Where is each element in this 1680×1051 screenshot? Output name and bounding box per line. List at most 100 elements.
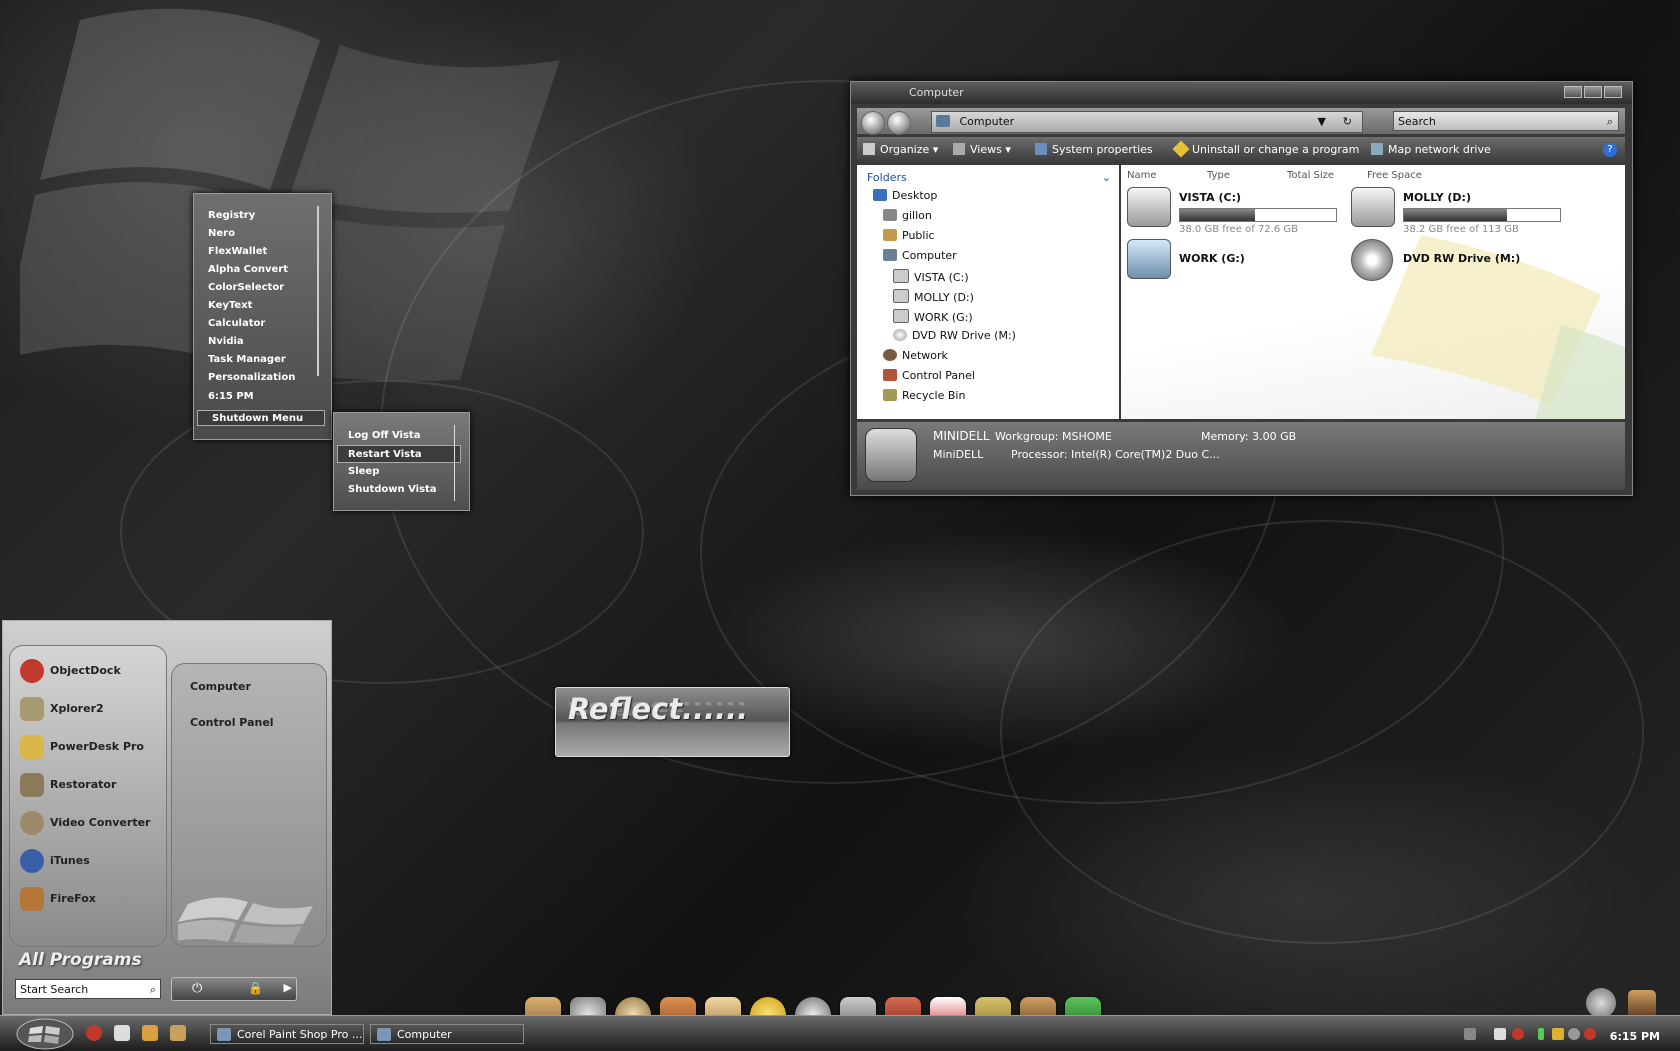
dropdown-icon[interactable]: ▼ — [1318, 112, 1326, 132]
uninstall-button[interactable]: Uninstall or change a program — [1172, 140, 1359, 158]
tree-molly[interactable]: MOLLY (D:) — [893, 289, 974, 304]
log-off-item[interactable]: Log Off Vista — [334, 427, 464, 445]
power-icon[interactable]: ⏻ — [192, 981, 202, 996]
pinned-powerdesk[interactable]: PowerDesk Pro — [20, 732, 144, 762]
place-control-panel[interactable]: Control Panel — [190, 716, 274, 729]
views-button[interactable]: Views ▾ — [953, 143, 1011, 156]
dock-right-magnifier-icon[interactable] — [1586, 988, 1616, 1018]
launcher-item-keytext[interactable]: KeyText — [194, 297, 319, 315]
column-type[interactable]: Type — [1207, 170, 1230, 181]
tree-dvd[interactable]: DVD RW Drive (M:) — [893, 329, 1016, 342]
computer-icon — [883, 249, 897, 261]
search-icon[interactable]: ⌕ — [1607, 112, 1613, 132]
tray-battery-icon[interactable] — [1538, 1028, 1544, 1040]
tree-gillon[interactable]: gillon — [883, 209, 932, 222]
minimize-button[interactable] — [1564, 86, 1582, 98]
launcher-item-registry[interactable]: Registry — [194, 207, 319, 225]
pinned-xplorer2[interactable]: Xplorer2 — [20, 694, 104, 724]
tree-vista[interactable]: VISTA (C:) — [893, 269, 969, 284]
tray-network-icon[interactable] — [1568, 1028, 1580, 1040]
forward-button[interactable] — [887, 111, 911, 135]
column-total-size[interactable]: Total Size — [1287, 170, 1334, 181]
task-computer[interactable]: Computer — [370, 1024, 524, 1044]
dvd-icon — [893, 329, 907, 341]
organize-icon — [863, 143, 875, 155]
hard-drive-icon[interactable] — [1127, 187, 1171, 227]
address-field[interactable]: Computer ▼ ↻ — [931, 111, 1363, 133]
pinned-firefox[interactable]: FireFox — [20, 884, 96, 914]
search-input[interactable]: Search ⌕ — [1393, 111, 1619, 131]
window-controls — [1564, 86, 1622, 98]
shutdown-menu-item[interactable]: Shutdown Menu — [197, 410, 325, 426]
search-icon[interactable]: ⌕ — [150, 980, 156, 1000]
launcher-item-calculator[interactable]: Calculator — [194, 315, 319, 333]
windows-logo-icon — [178, 897, 313, 944]
launcher-item-flexwallet[interactable]: FlexWallet — [194, 243, 319, 261]
launcher-item-alpha-convert[interactable]: Alpha Convert — [194, 261, 319, 279]
folders-header[interactable]: Folders ⌄ — [857, 165, 1119, 184]
tray-arrow-icon[interactable] — [1464, 1028, 1476, 1040]
place-computer[interactable]: Computer — [190, 680, 251, 693]
start-search-input[interactable]: Start Search ⌕ — [15, 979, 161, 999]
drive-molly-name[interactable]: MOLLY (D:) — [1403, 191, 1471, 204]
all-programs-button[interactable]: All Programs — [19, 950, 142, 970]
launcher-item-colorselector[interactable]: ColorSelector — [194, 279, 319, 297]
launcher-item-task-manager[interactable]: Task Manager — [194, 351, 319, 369]
launcher-item-personalization[interactable]: Personalization — [194, 369, 319, 387]
pinned-objectdock[interactable]: ObjectDock — [20, 656, 121, 686]
tree-work[interactable]: WORK (G:) — [893, 309, 973, 324]
shutdown-item[interactable]: Shutdown Vista — [334, 481, 464, 499]
restart-item[interactable]: Restart Vista — [337, 445, 461, 463]
pinned-restorator[interactable]: Restorator — [20, 770, 116, 800]
column-name[interactable]: Name — [1127, 170, 1157, 181]
launcher-scrollbar[interactable] — [317, 206, 319, 376]
tray-security-icon[interactable] — [1584, 1028, 1596, 1040]
dvd-icon[interactable] — [1351, 239, 1393, 281]
organize-button[interactable]: Organize ▾ — [863, 143, 938, 156]
help-icon[interactable]: ? — [1603, 143, 1617, 157]
tools-quicklaunch-icon[interactable] — [170, 1025, 186, 1041]
tree-network[interactable]: Network — [883, 349, 948, 362]
drive-molly-usage-bar — [1403, 208, 1561, 222]
launcher-item-nero[interactable]: Nero — [194, 225, 319, 243]
pencil-quicklaunch-icon[interactable] — [142, 1025, 158, 1041]
sleep-item[interactable]: Sleep — [334, 463, 464, 481]
tree-recycle-bin[interactable]: Recycle Bin — [883, 389, 965, 402]
folders-label: Folders — [867, 171, 907, 184]
hard-drive-icon[interactable] — [1127, 239, 1171, 279]
cursor-quicklaunch-icon[interactable] — [114, 1025, 130, 1041]
map-drive-button[interactable]: Map network drive — [1371, 143, 1491, 156]
tray-heart-icon[interactable] — [1512, 1028, 1524, 1040]
back-button[interactable] — [861, 111, 885, 135]
window-titlebar[interactable]: Computer — [851, 82, 1632, 104]
tree-desktop[interactable]: Desktop — [873, 189, 937, 202]
objectdock-quicklaunch-icon[interactable] — [86, 1025, 102, 1041]
column-free-space[interactable]: Free Space — [1367, 170, 1422, 181]
lock-icon[interactable]: 🔒 — [248, 981, 263, 995]
tray-cursor-icon[interactable] — [1494, 1028, 1506, 1040]
drive-molly-free: 38.2 GB free of 113 GB — [1403, 224, 1519, 235]
tree-control-panel[interactable]: Control Panel — [883, 369, 975, 382]
refresh-icon[interactable]: ↻ — [1343, 112, 1352, 132]
system-properties-button[interactable]: System properties — [1035, 143, 1153, 156]
drive-vista-name[interactable]: VISTA (C:) — [1179, 191, 1241, 204]
maximize-button[interactable] — [1584, 86, 1602, 98]
tree-public[interactable]: Public — [883, 229, 935, 242]
pinned-video-converter[interactable]: Video Converter — [20, 808, 150, 838]
close-button[interactable] — [1604, 86, 1622, 98]
drive-dvd-name[interactable]: DVD RW Drive (M:) — [1403, 252, 1520, 265]
tree-computer[interactable]: Computer — [883, 249, 957, 262]
launcher-item-nvidia[interactable]: Nvidia — [194, 333, 319, 351]
reflect-text-mirror: Reflect...... — [568, 697, 749, 718]
task-corel-paint-shop[interactable]: Corel Paint Shop Pro ... — [210, 1024, 364, 1044]
pinned-itunes[interactable]: iTunes — [20, 846, 90, 876]
start-button[interactable] — [16, 1018, 74, 1050]
dock-right-frame-icon[interactable] — [1628, 990, 1656, 1018]
drive-work-name[interactable]: WORK (G:) — [1179, 252, 1245, 265]
taskbar-clock[interactable]: 6:15 PM — [1610, 1030, 1660, 1043]
tray-volume-icon[interactable] — [1552, 1028, 1564, 1040]
hard-drive-icon[interactable] — [1351, 187, 1395, 227]
chevron-down-icon[interactable]: ⌄ — [1102, 171, 1111, 184]
reflect-widget[interactable]: Reflect...... Reflect...... — [555, 687, 790, 757]
power-options-arrow-icon[interactable]: ▶ — [284, 981, 292, 994]
